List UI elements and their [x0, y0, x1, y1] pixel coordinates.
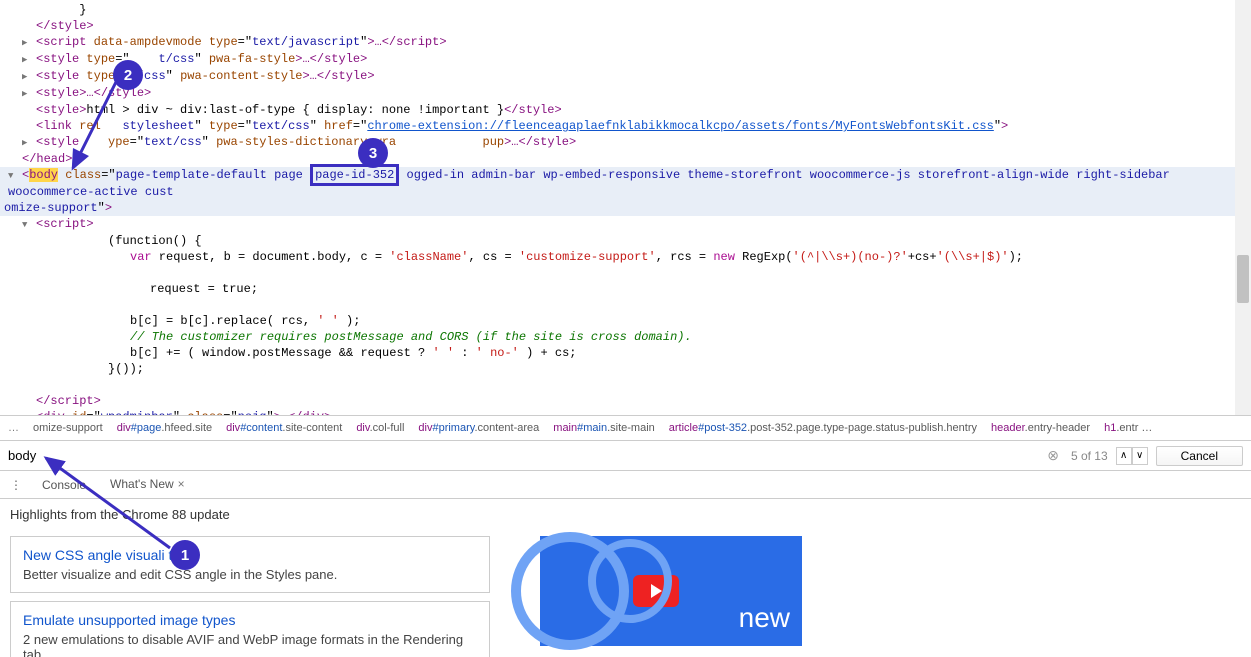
breadcrumb-bar[interactable]: … omize-support div#page.hfeed.site div#… — [0, 415, 1251, 441]
breadcrumb-item[interactable]: main#main.site-main — [553, 422, 655, 434]
callout-1: 1 — [170, 540, 200, 570]
arrow-2-svg — [30, 80, 130, 180]
body-element-line-2: omize-support"> — [0, 200, 1251, 216]
href-link[interactable]: chrome-extension://fleenceagaplaefnklabi… — [367, 119, 994, 133]
js-line: b[c] = b[c].replace( rcs, ' ' ); — [0, 313, 1251, 329]
whatsnew-card-desc: Better visualize and edit CSS angle in t… — [23, 567, 477, 582]
search-count: 5 of 13 — [1071, 449, 1108, 463]
div-wpadminbar[interactable]: <div id="wpadminbar" class="nojq">…</div… — [0, 409, 1251, 415]
whatsnew-title: Highlights from the Chrome 88 update — [10, 507, 1241, 522]
scrollbar-thumb[interactable] — [1237, 255, 1249, 303]
breadcrumb-overflow[interactable]: … — [8, 422, 19, 434]
code-line-collapsed[interactable]: <script data-ampdevmode type="text/javas… — [0, 34, 1251, 51]
whatsnew-card-title[interactable]: Emulate unsupported image types — [23, 612, 477, 628]
code-line-collapsed[interactable]: <style>…</style> — [0, 85, 1251, 102]
breadcrumb-item[interactable]: omize-support — [33, 422, 103, 434]
code-line: </style> — [0, 18, 1251, 34]
elements-code-pane[interactable]: } </style> <script data-ampdevmode type=… — [0, 0, 1251, 415]
js-line: }()); — [0, 361, 1251, 377]
code-line-collapsed[interactable]: <style type "css" pwa-content-style>…</s… — [0, 68, 1251, 85]
breadcrumb-item[interactable]: div#primary.content-area — [418, 422, 539, 434]
search-prev-button[interactable]: ∧ — [1116, 447, 1132, 465]
breadcrumb-item[interactable]: header.entry-header — [991, 422, 1090, 434]
video-decoration — [510, 526, 690, 656]
code-line: </head> — [0, 151, 1251, 167]
js-line: request = true; — [0, 281, 1251, 297]
arrow-1-svg — [30, 448, 190, 568]
page-id-highlight: page-id-352 — [310, 164, 399, 186]
more-menu-icon[interactable]: ⋮ — [4, 478, 28, 492]
scrollbar-vertical[interactable] — [1235, 0, 1251, 415]
cancel-button[interactable]: Cancel — [1156, 446, 1243, 466]
code-line: <link rel stylesheet" type="text/css" hr… — [0, 118, 1251, 134]
breadcrumb-item[interactable]: article#post-352.post-352.page.type-page… — [669, 422, 977, 434]
breadcrumb-item[interactable]: h1.entr … — [1104, 422, 1152, 434]
callout-3: 3 — [358, 138, 388, 168]
js-line: var request, b = document.body, c = 'cla… — [0, 249, 1251, 265]
js-blank — [0, 297, 1251, 313]
body-element-line[interactable]: <body class="page-template-default page … — [0, 167, 1251, 200]
code-line: <style>html > div ~ div:last-of-type { d… — [0, 102, 1251, 118]
clear-search-icon[interactable]: ⊗ — [1043, 447, 1063, 464]
video-label: new — [739, 602, 790, 634]
code-line: } — [0, 2, 1251, 18]
js-line: b[c] += ( window.postMessage && request … — [0, 345, 1251, 361]
breadcrumb-item[interactable]: div.col-full — [356, 422, 404, 434]
code-line-collapsed[interactable]: <style ype="text/css" pwa-styles-diction… — [0, 134, 1251, 151]
script-close: </script> — [0, 393, 1251, 409]
js-blank — [0, 377, 1251, 393]
whatsnew-video[interactable]: new — [540, 536, 802, 646]
script-open[interactable]: <script> — [0, 216, 1251, 233]
js-comment: // The customizer requires postMessage a… — [0, 329, 1251, 345]
js-line: (function() { — [0, 233, 1251, 249]
whatsnew-card[interactable]: Emulate unsupported image types 2 new em… — [10, 601, 490, 657]
breadcrumb-item[interactable]: div#content.site-content — [226, 422, 342, 434]
callout-2: 2 — [113, 60, 143, 90]
code-line-collapsed[interactable]: <style type=" t/css" pwa-fa-style>…</sty… — [0, 51, 1251, 68]
search-next-button[interactable]: ∨ — [1132, 447, 1148, 465]
js-blank — [0, 265, 1251, 281]
whatsnew-card-desc: 2 new emulations to disable AVIF and Web… — [23, 632, 477, 657]
breadcrumb-item[interactable]: div#page.hfeed.site — [117, 422, 212, 434]
